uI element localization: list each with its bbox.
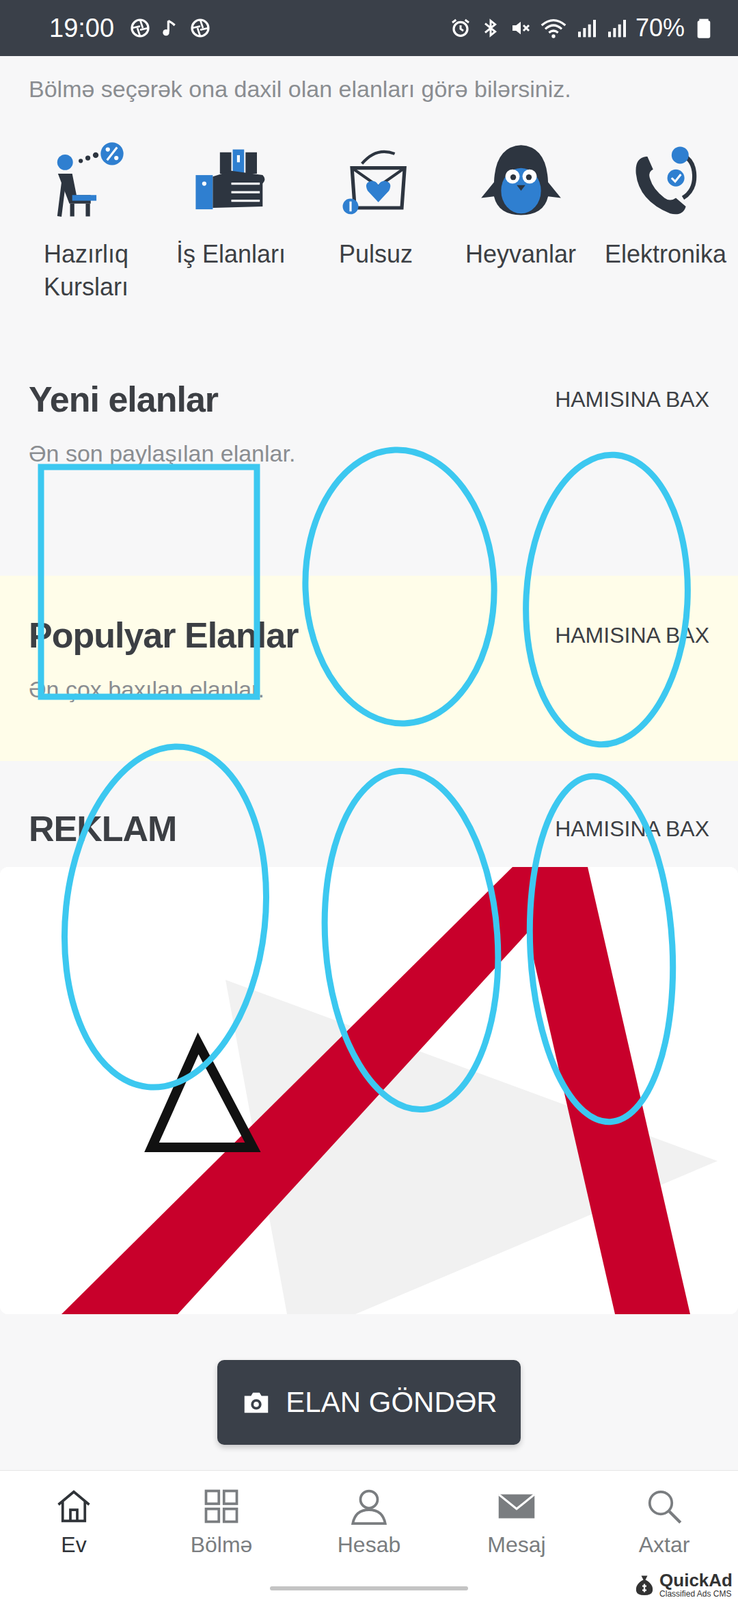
annotation-loop [300, 446, 499, 726]
search-icon [643, 1484, 685, 1526]
category-label: İş Elanları [176, 237, 286, 271]
post-ad-label: ELAN GÖNDƏR [285, 1385, 497, 1418]
nav-label: Bölmə [190, 1529, 253, 1558]
category-label: Heyvanlar [465, 237, 577, 271]
annotation-loop [313, 764, 510, 1115]
watermark-tagline: Classified Ads CMS [659, 1588, 733, 1598]
envelope-icon [496, 1484, 538, 1526]
category-item[interactable]: Elektronika [593, 139, 738, 304]
payment-hand-icon [188, 139, 275, 225]
bluetooth-icon [479, 17, 502, 39]
grid-icon [200, 1484, 242, 1526]
category-label: Hazırlıq Kursları [13, 237, 159, 304]
aperture-icon [189, 17, 212, 39]
nav-item[interactable]: Bölmə [147, 1484, 296, 1558]
category-item[interactable]: Hazırlıq Kursları [13, 139, 159, 304]
category-label: Pulsuz [338, 237, 413, 271]
listing-section: Populyar Elanlar HAMISINA BAX Ən çox baxıl… [0, 575, 738, 761]
section-title: Populyar Elanlar [28, 612, 298, 657]
category-list: Hazırlıq Kursları İş Elanları Pulsuz Heyvan… [0, 103, 738, 304]
nav-label: Mesaj [487, 1529, 546, 1558]
watermark-name: QuickAd [659, 1570, 733, 1589]
annotation-loop [48, 735, 283, 1097]
screen: 19:00 70% Bölmə seçərək ona daxil olan ela… [0, 0, 738, 1599]
nav-label: Axtar [638, 1529, 691, 1558]
status-time: 19:00 [49, 13, 115, 44]
gift-bag-icon [333, 139, 419, 225]
aperture-icon [129, 17, 152, 39]
section-title: Yeni elanlar [28, 377, 218, 421]
category-label: Elektronika [604, 237, 727, 271]
nav-item[interactable]: Mesaj [442, 1484, 591, 1558]
annotation-loop [518, 450, 695, 749]
ad-banner[interactable] [0, 866, 738, 1314]
nav-item[interactable]: Hesab [295, 1484, 443, 1558]
penguin-icon [478, 139, 564, 225]
see-all-link[interactable]: HAMISINA BAX [554, 815, 710, 842]
gesture-bar [269, 1585, 469, 1590]
category-item[interactable]: Heyvanlar [448, 139, 594, 304]
category-item[interactable]: İş Elanları [158, 139, 304, 304]
section-subtitle: Ən çox baxılan elanlar. [28, 673, 710, 704]
wifi-icon [539, 17, 568, 39]
phone-call-icon [623, 139, 709, 225]
student-icon [43, 139, 130, 225]
nav-label: Hesab [337, 1529, 402, 1558]
camera-icon [240, 1385, 272, 1418]
nav-item[interactable]: Axtar [590, 1484, 738, 1558]
home-icon [53, 1484, 95, 1526]
signal-icon [575, 17, 598, 39]
signal-icon [605, 17, 628, 39]
user-icon [348, 1484, 390, 1526]
battery-icon [692, 17, 715, 39]
music-note-icon [159, 17, 182, 39]
post-ad-button[interactable]: ELAN GÖNDƏR [217, 1359, 521, 1444]
annotation-layer [0, 0, 738, 1599]
ad-graphic [0, 866, 738, 1314]
nav-item[interactable]: Ev [0, 1484, 148, 1558]
money-bag-icon [632, 1571, 657, 1597]
section-subtitle: Ən son paylaşılan elanlar. [28, 438, 710, 469]
watermark: QuickAdClassified Ads CMS [632, 1570, 733, 1598]
mute-icon [509, 17, 532, 39]
status-bar: 19:00 70% [0, 0, 738, 57]
nav-label: Ev [60, 1529, 87, 1558]
see-all-link[interactable]: HAMISINA BAX [554, 386, 710, 413]
annotation-loop [521, 772, 682, 1125]
see-all-link[interactable]: HAMISINA BAX [554, 622, 710, 648]
ad-section: REKLAM HAMISINA BAX [0, 760, 738, 1314]
category-item[interactable]: Pulsuz [303, 139, 449, 304]
annotation-box [41, 466, 257, 697]
battery-level: 70% [635, 13, 685, 43]
section-title: REKLAM [28, 806, 177, 851]
bottom-nav: Ev Bölmə Hesab Mesaj Axtar [0, 1469, 738, 1599]
intro-text: Bölmə seçərək ona daxil olan elanları gö… [0, 56, 738, 104]
alarm-icon [449, 17, 472, 39]
listing-section: Yeni elanlar HAMISINA BAX Ən son paylaşıla… [0, 303, 738, 576]
